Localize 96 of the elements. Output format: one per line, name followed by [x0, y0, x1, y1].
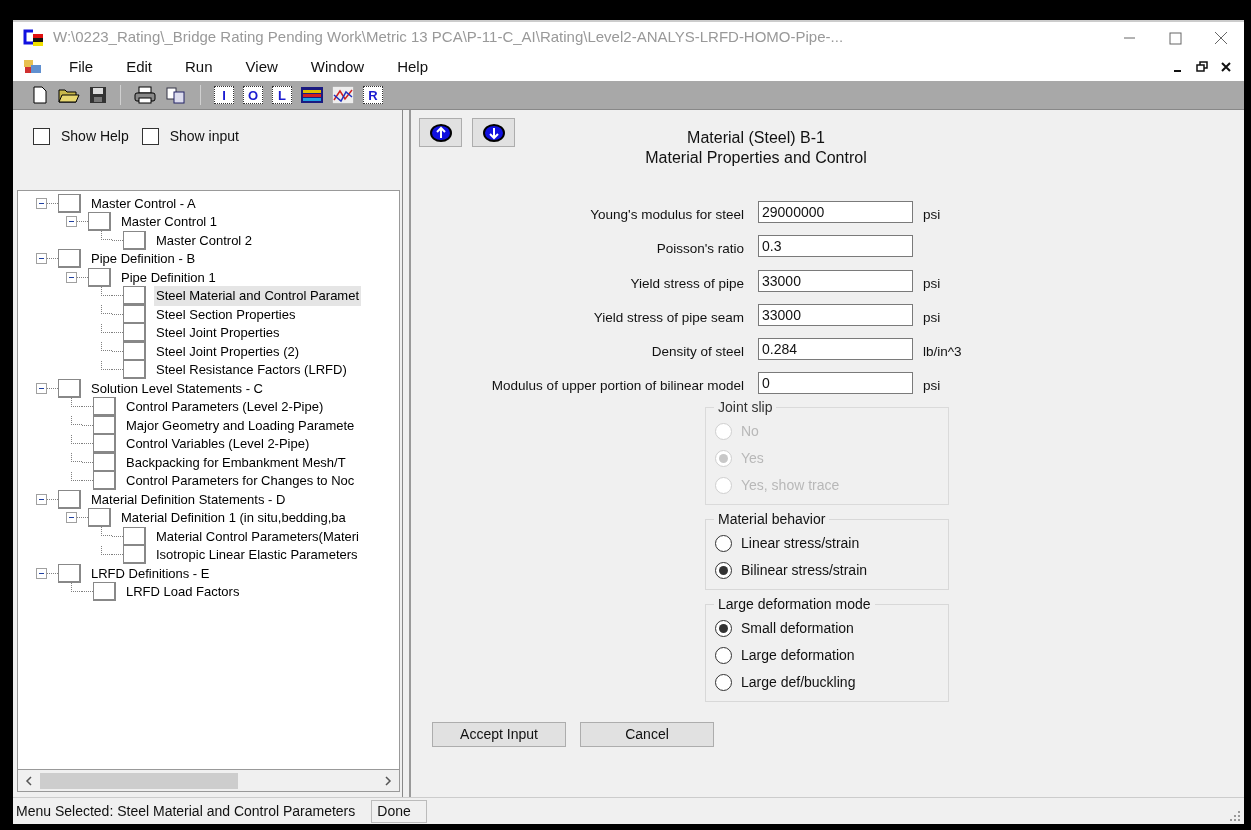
unit-label: lb/in^3	[923, 343, 962, 361]
tree-item[interactable]: Control Parameters (Level 2-Pipe)	[124, 397, 326, 417]
collapse-toggle[interactable]	[36, 493, 47, 505]
line-chart-icon[interactable]	[332, 86, 354, 104]
tree-item[interactable]: Master Control - A	[89, 193, 198, 213]
field-label: Yield stress of pipe seam	[592, 308, 744, 327]
radio-label: Large def/buckling	[741, 672, 856, 692]
checkbox[interactable]	[33, 128, 50, 145]
form-title: Material (Steel) B-1	[687, 128, 825, 148]
unit-label: psi	[923, 206, 941, 224]
tree-item[interactable]: Material Control Parameters(Materi	[154, 526, 361, 546]
tree-item[interactable]: Solution Level Statements - C	[89, 378, 265, 398]
radio-label: Yes	[741, 448, 764, 468]
field-label: Young's modulus for steel	[589, 206, 744, 224]
field-label: Yield stress of pipe	[629, 274, 744, 293]
collapse-toggle[interactable]	[66, 512, 77, 524]
menu-item[interactable]: Window	[298, 55, 377, 79]
status-text: Menu Selected: Steel Material and Control Parameters	[15, 801, 357, 821]
printer-icon[interactable]	[134, 86, 156, 104]
menu-item[interactable]: View	[233, 55, 290, 79]
menu-item[interactable]: File	[57, 55, 106, 79]
app-icon	[21, 27, 45, 48]
tree-item[interactable]: Control Variables (Level 2-Pipe)	[124, 434, 312, 454]
toolbar-letter-icon[interactable]: L	[272, 86, 292, 104]
tree-item[interactable]: Major Geometry and Loading Paramete	[124, 415, 357, 435]
restore-icon[interactable]	[1196, 61, 1208, 73]
tree-item[interactable]: Steel Joint Properties (2)	[154, 341, 302, 361]
collapse-toggle[interactable]	[36, 567, 47, 579]
collapse-toggle[interactable]	[36, 197, 47, 209]
collapse-toggle[interactable]	[66, 216, 77, 228]
input-field[interactable]: 0.284	[758, 338, 913, 361]
radio-button[interactable]	[715, 619, 732, 637]
tree-item[interactable]: LRFD Definitions - E	[89, 563, 212, 583]
radio-button[interactable]	[715, 561, 732, 579]
collapse-toggle[interactable]	[36, 382, 47, 394]
toolbar-letter-icon[interactable]: R	[363, 86, 383, 104]
toolbar-letter-icon[interactable]: O	[243, 86, 263, 104]
unit-label: psi	[923, 308, 941, 327]
move-down-button[interactable]	[472, 118, 515, 147]
tree-item[interactable]: Pipe Definition - B	[89, 249, 198, 269]
tree-item[interactable]: LRFD Load Factors	[124, 582, 242, 602]
radio-label: Yes, show trace	[741, 475, 840, 495]
new-file-icon[interactable]	[31, 86, 49, 104]
unit-label: psi	[923, 274, 941, 293]
radio-label: Large deformation	[741, 645, 855, 665]
radio-label: Linear stress/strain	[741, 533, 860, 553]
unit-label: psi	[923, 377, 941, 396]
document-icon[interactable]	[23, 59, 43, 75]
save-icon[interactable]	[89, 86, 107, 104]
menu-item[interactable]: Run	[173, 55, 225, 79]
radio-button[interactable]	[715, 646, 732, 664]
tree-item[interactable]: Master Control 1	[119, 212, 220, 232]
tree-item[interactable]: Isotropic Linear Elastic Parameters	[154, 545, 360, 565]
tree-item[interactable]: Pipe Definition 1	[119, 267, 218, 287]
field-label: Poisson's ratio	[655, 240, 744, 259]
scrollbar-thumb[interactable]	[40, 772, 238, 789]
checkbox-label: Show input	[169, 127, 239, 146]
radio-label: Small deformation	[741, 618, 854, 638]
tree-item[interactable]: Material Definition Statements - D	[89, 489, 288, 509]
tree-item[interactable]: Steel Resistance Factors (LRFD)	[154, 360, 349, 380]
radio-button[interactable]	[715, 673, 732, 691]
tree-item[interactable]: Backpacking for Embankment Mesh/T	[124, 452, 348, 472]
tree-item[interactable]: Master Control 2	[154, 230, 255, 250]
tree-item[interactable]: Steel Joint Properties	[154, 323, 282, 343]
toolbar-letter-icon[interactable]: I	[214, 86, 234, 104]
tree-item[interactable]: Material Definition 1 (in situ,bedding,ba	[119, 508, 348, 528]
tree-item[interactable]: Steel Material and Control Paramet	[154, 286, 362, 306]
form-button[interactable]: Accept Input	[432, 721, 566, 747]
radio-label: No	[741, 421, 759, 441]
input-field[interactable]: 29000000	[758, 201, 913, 224]
move-up-button[interactable]	[419, 118, 462, 147]
checkbox-label: Show Help	[61, 127, 129, 146]
close-icon[interactable]	[1220, 61, 1232, 73]
resize-grip-icon[interactable]	[1229, 810, 1241, 822]
window-title: W:\0223_Rating\_Bridge Rating Pending Work\Metric 13 PCA\P-11-C_AI\Rating\Level2-ANALYS-LRFD-HOMO-Pipe-...	[53, 27, 844, 48]
form-button[interactable]: Cancel	[580, 721, 714, 747]
collapse-toggle[interactable]	[66, 271, 77, 283]
tree-item[interactable]: Control Parameters for Changes to Noc	[124, 471, 357, 491]
form-subtitle: Material Properties and Control	[645, 148, 867, 168]
grid-icon[interactable]	[301, 87, 323, 103]
radio-label: Bilinear stress/strain	[741, 560, 868, 580]
status-text: Done	[371, 799, 428, 823]
open-folder-icon[interactable]	[58, 86, 80, 104]
input-field[interactable]: 0.3	[758, 235, 913, 258]
collapse-toggle[interactable]	[36, 253, 47, 265]
tree-item[interactable]: Steel Section Properties	[154, 304, 298, 324]
menu-item[interactable]: Edit	[114, 55, 165, 79]
field-label: Modulus of upper portion of bilinear model	[490, 377, 744, 396]
copy-icon[interactable]	[165, 86, 187, 104]
input-field[interactable]: 33000	[758, 269, 913, 292]
radio-button[interactable]	[715, 534, 732, 552]
checkbox[interactable]	[141, 128, 159, 145]
input-field[interactable]: 33000	[758, 303, 913, 326]
input-field[interactable]: 0	[758, 372, 913, 395]
menu-item[interactable]: Help	[385, 55, 441, 79]
field-label: Density of steel	[650, 343, 744, 361]
